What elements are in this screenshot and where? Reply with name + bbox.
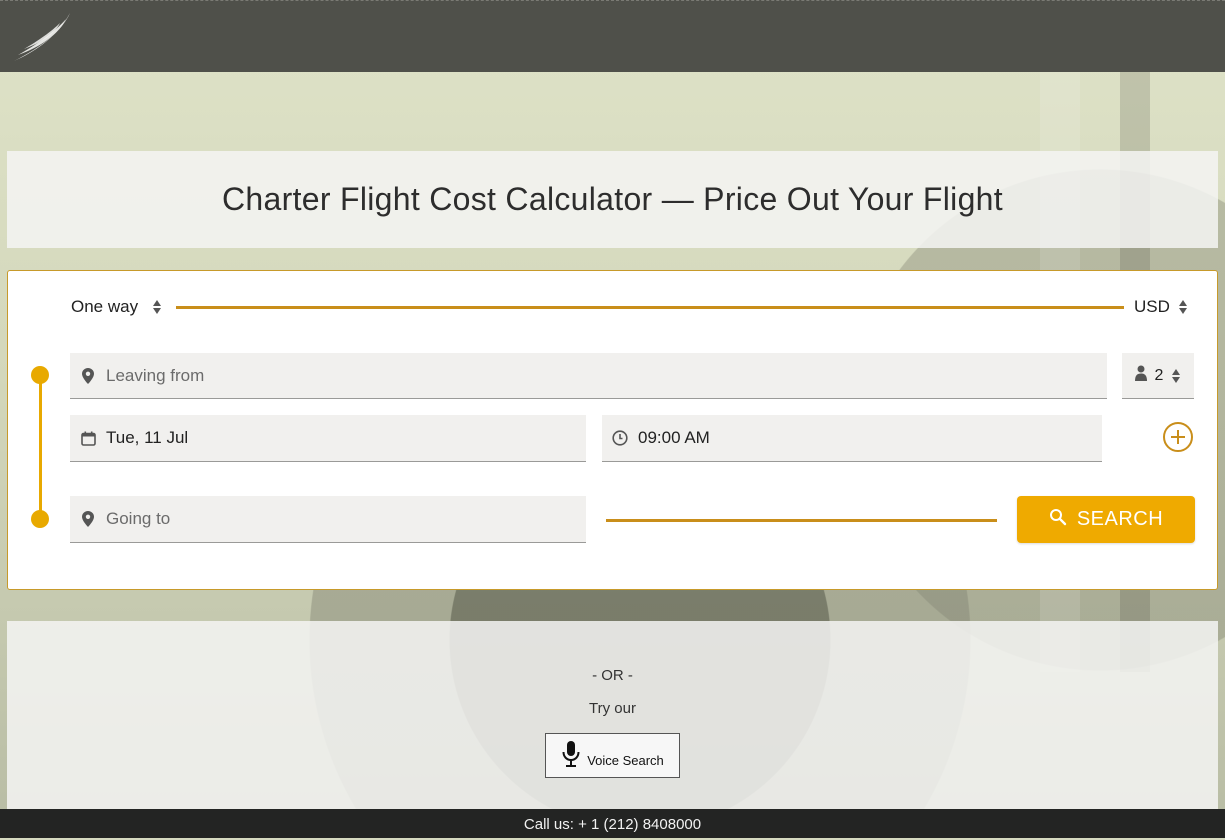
date-value: Tue, 11 Jul: [106, 428, 189, 447]
clock-icon: [612, 430, 628, 446]
location-pin-icon: [80, 367, 96, 384]
voice-search-panel: - OR - Try our Voice Search: [7, 621, 1218, 809]
divider-line: [176, 306, 1124, 309]
trip-type-value: One way: [71, 297, 139, 316]
search-form-card: One way USD Leaving from 2 Tue, 11 Jul 0…: [7, 270, 1218, 590]
microphone-icon: [561, 740, 581, 771]
page-title: Charter Flight Cost Calculator — Price O…: [222, 181, 1003, 217]
updown-arrows-icon: [1178, 299, 1188, 315]
destination-dot: [31, 510, 49, 528]
top-bar: [0, 0, 1225, 72]
leaving-from-placeholder: Leaving from: [106, 365, 205, 385]
divider-line: [606, 519, 997, 522]
route-line: [39, 375, 42, 520]
call-us-text: Call us: + 1 (212) 8408000: [523, 816, 702, 833]
try-our-text: Try our: [589, 700, 636, 717]
search-label: SEARCH: [1076, 508, 1164, 530]
footer-bar: Call us: + 1 (212) 8408000: [0, 809, 1225, 838]
search-button[interactable]: SEARCH: [1017, 496, 1195, 543]
updown-arrows-icon: [152, 299, 162, 315]
voice-search-label: Voice Search: [587, 753, 664, 768]
time-field[interactable]: 09:00 AM: [602, 415, 1102, 462]
person-icon: [1134, 365, 1147, 386]
wing-logo[interactable]: [12, 9, 74, 63]
updown-arrows-icon: [1171, 368, 1181, 384]
search-icon: [1049, 508, 1067, 532]
or-separator: - OR -: [592, 667, 633, 684]
going-to-placeholder: Going to: [106, 509, 171, 528]
trip-type-select[interactable]: One way: [71, 297, 162, 317]
passengers-select[interactable]: 2: [1122, 353, 1194, 399]
date-field[interactable]: Tue, 11 Jul: [70, 415, 586, 462]
title-panel: Charter Flight Cost Calculator — Price O…: [7, 151, 1218, 248]
time-value: 09:00 AM: [638, 428, 710, 447]
voice-search-button[interactable]: Voice Search: [545, 733, 680, 778]
leaving-from-field[interactable]: Leaving from: [70, 353, 1107, 399]
currency-value: USD: [1134, 297, 1170, 316]
calendar-icon: [80, 430, 96, 446]
passenger-count: 2: [1154, 366, 1164, 384]
currency-select[interactable]: USD: [1134, 297, 1188, 317]
location-pin-icon: [80, 511, 96, 527]
going-to-field[interactable]: Going to: [70, 496, 586, 543]
add-leg-button[interactable]: [1163, 422, 1193, 452]
